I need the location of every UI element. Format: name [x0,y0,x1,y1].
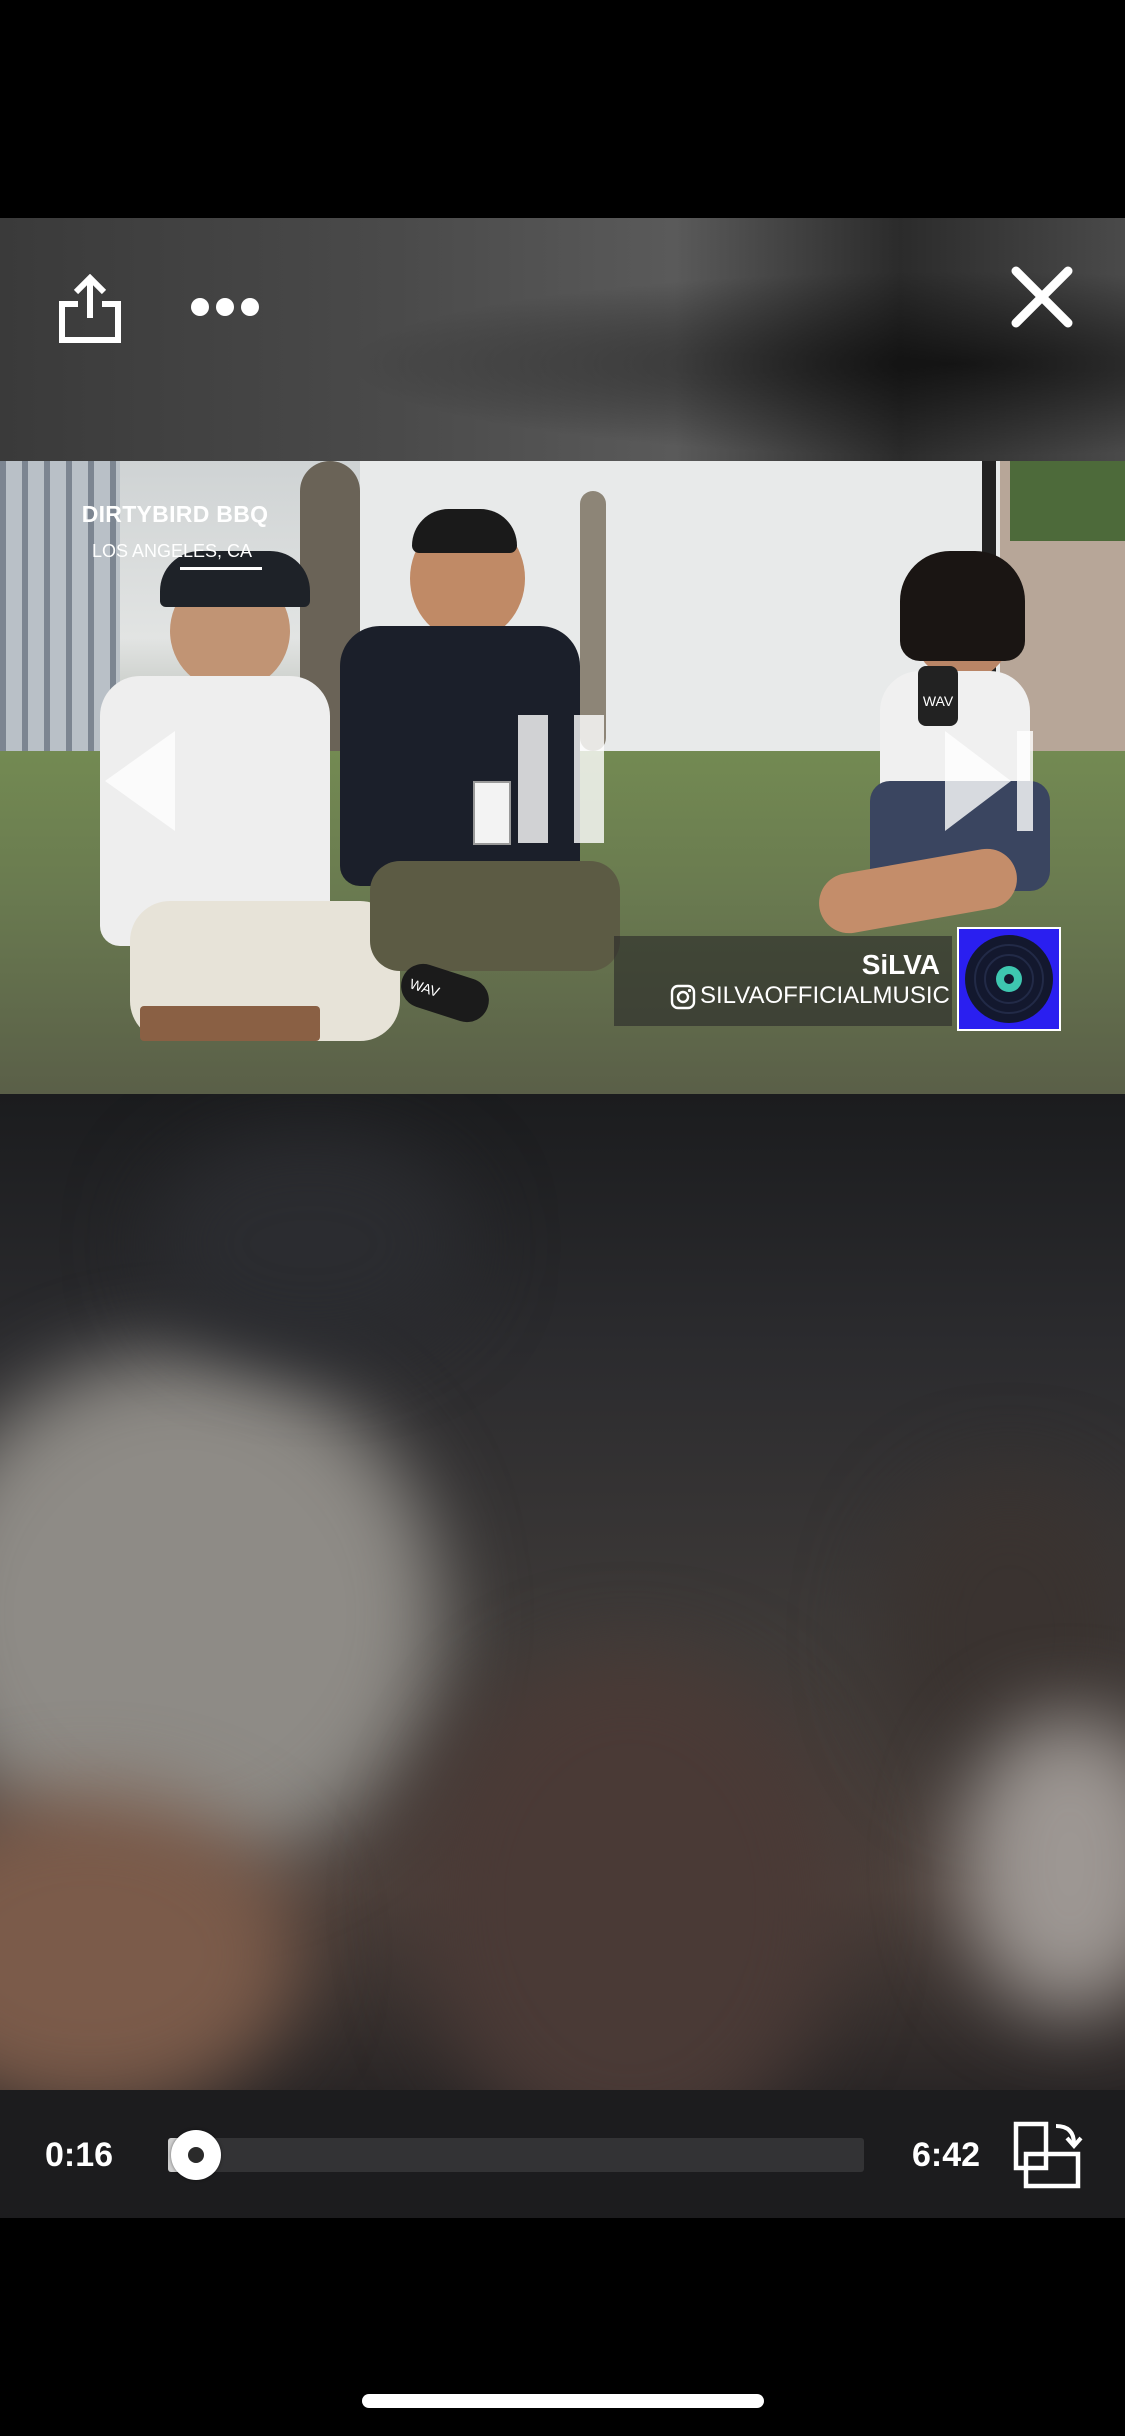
tree-trunk [580,491,606,751]
hair [900,551,1025,661]
artist-handle: SILVAOFFICIALMUSIC [700,982,950,1009]
pause-icon[interactable] [518,715,606,843]
shorts [370,861,620,971]
home-indicator[interactable] [362,2394,764,2408]
instagram-icon [670,984,698,1012]
duration: 6:42 [912,2136,981,2174]
brand-logo [957,927,1061,1031]
artist-name: SiLVA [861,949,940,980]
progress-knob[interactable] [170,2130,221,2180]
share-icon[interactable] [56,273,124,344]
event-title: DIRTYBIRD BBQ [81,501,269,527]
top-black-band [0,0,1125,218]
blurred-background [0,1094,1125,2090]
mic-logo: WAV [922,693,954,709]
next-icon[interactable] [945,731,1035,831]
foliage [1010,461,1125,541]
controls-top-bar [0,218,1125,461]
location-underline [180,567,262,570]
close-icon[interactable] [1011,266,1073,328]
more-icon[interactable] [190,296,260,318]
current-time: 0:16 [45,2136,114,2174]
event-location: LOS ANGELES, CA [91,541,253,561]
lanyard-badge [473,781,511,845]
rotate-screen-icon[interactable] [1012,2120,1084,2192]
video-frame[interactable]: WAV WAV DIRTYBIRD BBQ LOS ANGELES, CA Si… [0,461,1125,1094]
previous-icon[interactable] [105,731,177,831]
hair [412,509,517,553]
stool [140,1006,320,1041]
progress-track[interactable] [168,2138,864,2172]
